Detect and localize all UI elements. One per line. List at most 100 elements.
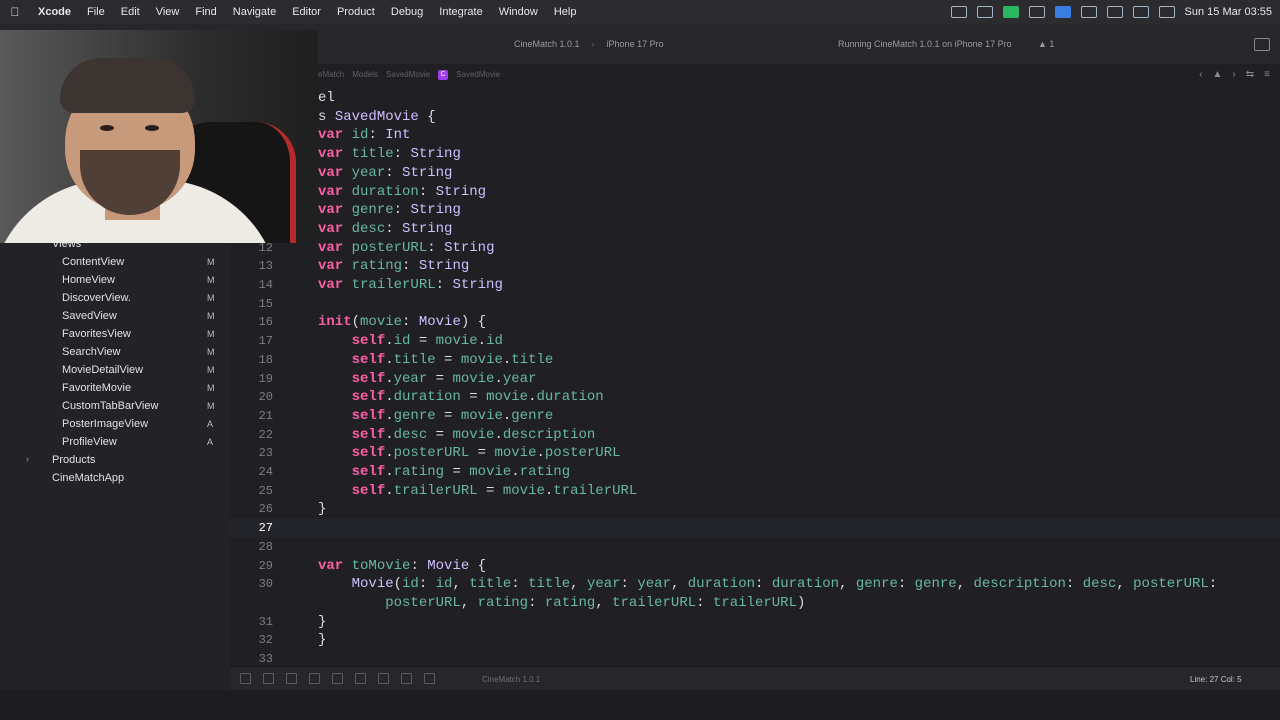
nav-file-favoritemovie[interactable]: FavoriteMovie M [0, 380, 230, 398]
code-line[interactable]: 17 self.id = movie.id [230, 332, 1280, 350]
code-line[interactable]: 23 self.posterURL = movie.posterURL [230, 444, 1280, 462]
step-over-icon[interactable] [286, 673, 297, 684]
code-line[interactable]: var desc: String [230, 220, 1280, 238]
nav-file-homeview[interactable]: HomeView M [0, 272, 230, 290]
code-line[interactable]: 27 [230, 519, 1280, 538]
code-line[interactable]: 19 self.year = movie.year [230, 370, 1280, 388]
menu-edit[interactable]: Edit [113, 6, 148, 18]
nav-file-searchview[interactable]: SearchView M [0, 344, 230, 362]
code-line[interactable]: var id: Int [230, 126, 1280, 144]
nav-item-cinematchapp[interactable]: CineMatchApp [0, 470, 230, 488]
nav-file-customtabbarview[interactable]: CustomTabBarView M [0, 398, 230, 416]
menu-debug[interactable]: Debug [383, 6, 431, 18]
facetime-icon[interactable] [1002, 6, 1019, 18]
inspector-toggle-icon[interactable] [1254, 38, 1270, 51]
scheme-selector[interactable]: CineMatch 1.0.1 › iPhone 17 Pro [514, 39, 664, 49]
menu-editor[interactable]: Editor [284, 6, 329, 18]
code-line[interactable]: 16 init(movie: Movie) { [230, 313, 1280, 331]
code-line[interactable]: 32} [230, 631, 1280, 649]
warning-icon[interactable]: ▲ [1213, 69, 1223, 80]
nav-group-products[interactable]: › Products [0, 452, 230, 470]
environment-icon[interactable] [401, 673, 412, 684]
pen-icon[interactable] [1028, 6, 1045, 18]
code-line[interactable]: el [230, 89, 1280, 107]
location-icon[interactable] [424, 673, 435, 684]
control-center-icon[interactable] [1158, 6, 1175, 18]
code-line[interactable]: 21 self.genre = movie.genre [230, 407, 1280, 425]
code-line[interactable]: var duration: String [230, 183, 1280, 201]
display-icon[interactable] [976, 6, 993, 18]
code-line[interactable]: s SavedMovie { [230, 108, 1280, 126]
wifi-icon[interactable] [1106, 6, 1123, 18]
back-icon[interactable]: ‹ [1199, 69, 1202, 80]
code-line[interactable]: 28 [230, 538, 1280, 556]
nav-file-contentview[interactable]: ContentView M [0, 254, 230, 272]
debug-target[interactable]: CineMatch 1.0.1 [482, 675, 540, 684]
code-line[interactable]: 29 var toMovie: Movie { [230, 557, 1280, 575]
pause-icon[interactable] [263, 673, 274, 684]
nav-file-label: PosterImageView [62, 418, 149, 430]
code-line[interactable]: 22 self.desc = movie.description [230, 426, 1280, 444]
code-line[interactable]: 33 [230, 650, 1280, 666]
play-icon[interactable] [1080, 6, 1097, 18]
view-hierarchy-icon[interactable] [355, 673, 366, 684]
code-line[interactable]: posterURL, rating: rating, trailerURL: t… [230, 594, 1280, 612]
disclosure-chevron-icon[interactable]: › [26, 454, 29, 464]
warning-indicator[interactable]: ▲ 1 [1038, 39, 1054, 49]
menu-app-xcode[interactable]: Xcode [30, 6, 79, 18]
nav-file-savedview[interactable]: SavedView M [0, 308, 230, 326]
menu-window[interactable]: Window [491, 6, 546, 18]
related-items-icon[interactable]: ⇆ [1246, 69, 1254, 80]
code-line[interactable]: 18 self.title = movie.title [230, 351, 1280, 369]
code-line[interactable]: var year: String [230, 164, 1280, 182]
breadcrumb-symbol[interactable]: SavedMovie [456, 70, 500, 80]
notion-icon[interactable] [1054, 6, 1071, 18]
code-line[interactable]: 31} [230, 613, 1280, 631]
code-line[interactable]: var genre: String [230, 201, 1280, 219]
code-line[interactable]: 25 self.trailerURL = movie.trailerURL [230, 482, 1280, 500]
code-text: var posterURL: String [318, 239, 495, 256]
code-line[interactable]: 26} [230, 500, 1280, 518]
code-line[interactable]: 13 var rating: String [230, 257, 1280, 275]
menu-file[interactable]: File [79, 6, 113, 18]
source-editor[interactable]: el s SavedMovie {var id: Int var title: St… [230, 86, 1280, 666]
nav-file-discoverview[interactable]: DiscoverView. M [0, 290, 230, 308]
menu-help[interactable]: Help [546, 6, 585, 18]
step-into-icon[interactable] [309, 673, 320, 684]
screen-record-icon[interactable] [950, 6, 967, 18]
run-destination[interactable]: iPhone 17 Pro [607, 39, 664, 49]
code-text: self.year = movie.year [351, 370, 537, 387]
memory-graph-icon[interactable] [378, 673, 389, 684]
scheme-name[interactable]: CineMatch 1.0.1 [514, 39, 580, 49]
menu-find[interactable]: Find [187, 6, 224, 18]
code-line[interactable]: 20 self.duration = movie.duration [230, 388, 1280, 406]
menu-product[interactable]: Product [329, 6, 383, 18]
menu-navigate[interactable]: Navigate [225, 6, 284, 18]
code-line[interactable]: 30 Movie(id: id, title: title, year: yea… [230, 575, 1280, 593]
code-line[interactable]: 24 self.rating = movie.rating [230, 463, 1280, 481]
hide-debug-area-icon[interactable] [240, 673, 251, 684]
menu-integrate[interactable]: Integrate [431, 6, 490, 18]
nav-file-posterimageview[interactable]: PosterImageView A [0, 416, 230, 434]
line-number: 18 [258, 352, 273, 367]
nav-file-profileview[interactable]: ProfileView A [0, 434, 230, 452]
code-line[interactable]: var title: String [230, 145, 1280, 163]
nav-file-favoritesview[interactable]: FavoritesView M [0, 326, 230, 344]
editor-options-icon[interactable]: ≡ [1264, 69, 1270, 80]
code-line[interactable]: 14 var trailerURL: String [230, 276, 1280, 294]
menu-view[interactable]: View [148, 6, 188, 18]
code-line[interactable]: 12 var posterURL: String [230, 239, 1280, 257]
battery-icon[interactable] [1132, 6, 1149, 18]
breadcrumb-file[interactable]: SavedMovie [386, 70, 430, 80]
code-line[interactable]: 15 [230, 295, 1280, 313]
forward-icon[interactable]: › [1232, 69, 1235, 80]
breadcrumb-folder[interactable]: Models [352, 70, 378, 80]
breadcrumb-project[interactable]: eMatch [318, 70, 344, 80]
nav-file-label: ContentView [62, 256, 125, 268]
line-number: 14 [258, 278, 273, 292]
code-text: } [318, 613, 327, 630]
apple-menu-icon[interactable]:  [0, 5, 30, 19]
step-out-icon[interactable] [332, 673, 343, 684]
menu-clock[interactable]: Sun 15 Mar 03:55 [1185, 6, 1272, 18]
nav-file-moviedetailview[interactable]: MovieDetailView M [0, 362, 230, 380]
